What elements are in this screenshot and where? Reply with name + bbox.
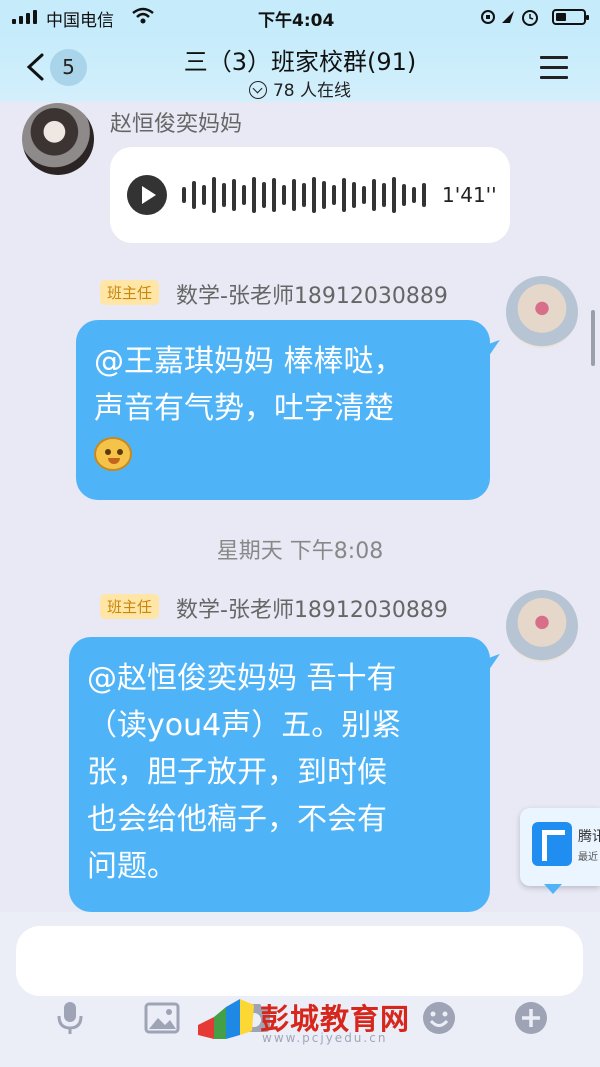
sender-name: 数学-张老师18912030889 [176,598,448,623]
role-tag: 班主任 [100,594,160,619]
widget-subtitle: 最近 [578,852,598,863]
plus-icon[interactable] [513,1000,549,1036]
scrollbar[interactable] [591,310,595,366]
message-line: 也会给他稿子，不会有 [87,802,387,837]
smiley-emoji-icon [94,437,132,471]
watermark-url: www.pcjyedu.cn [262,1031,388,1045]
message-line: 声音有气势，吐字清楚 [94,391,394,426]
avatar[interactable] [506,276,578,348]
timestamp: 星期天 下午8:08 [216,539,384,564]
message-input[interactable] [16,926,583,996]
wifi-icon [132,7,154,24]
status-time: 下午4:04 [258,11,335,31]
play-icon[interactable] [127,175,167,215]
voice-duration: 1'41'' [442,183,497,207]
message-line: @赵恒俊奕妈妈 吾十有 [87,661,397,696]
chat-header: 5 三（3）班家校群(91) 78 人在线 [0,34,600,102]
voice-message[interactable]: 1'41'' [110,147,510,243]
floating-widget[interactable]: 腾讯 最近 [520,808,600,894]
waveform-icon [182,177,426,213]
text-message[interactable]: @王嘉琪妈妈 棒棒哒， 声音有气势，吐字清楚 [76,320,490,500]
status-icons [481,10,538,26]
chat-title[interactable]: 三（3）班家校群(91) [0,42,600,77]
message-line: 张，胆子放开，到时候 [87,755,387,790]
watermark-logo-icon [198,999,254,1039]
message-line: （读you4声）五。别紧 [87,708,402,743]
role-tag: 班主任 [100,280,160,305]
signal-icon [12,10,37,24]
status-bar: 中国电信 下午4:04 [0,0,600,34]
menu-icon[interactable] [540,56,568,80]
chevron-down-icon [248,81,267,99]
text-message[interactable]: @赵恒俊奕妈妈 吾十有 （读you4声）五。别紧 张，胆子放开，到时候 也会给他… [69,637,490,912]
image-icon[interactable] [144,1000,180,1036]
widget-title: 腾讯 [578,829,600,845]
online-count-label: 78 人在线 [272,81,352,101]
avatar[interactable] [506,590,578,662]
message-line: 问题。 [87,849,177,884]
sender-name: 数学-张老师18912030889 [176,284,448,309]
emoji-icon[interactable] [421,1000,457,1036]
widget-pointer [544,884,562,894]
avatar[interactable] [22,103,94,175]
app-icon [532,822,572,866]
carrier-label: 中国电信 [46,11,114,31]
online-count[interactable]: 78 人在线 [0,76,600,101]
sender-name: 赵恒俊奕妈妈 [110,112,243,137]
battery-icon [552,9,589,25]
message-line: @王嘉琪妈妈 棒棒哒， [94,344,404,379]
mic-icon[interactable] [52,1000,88,1036]
